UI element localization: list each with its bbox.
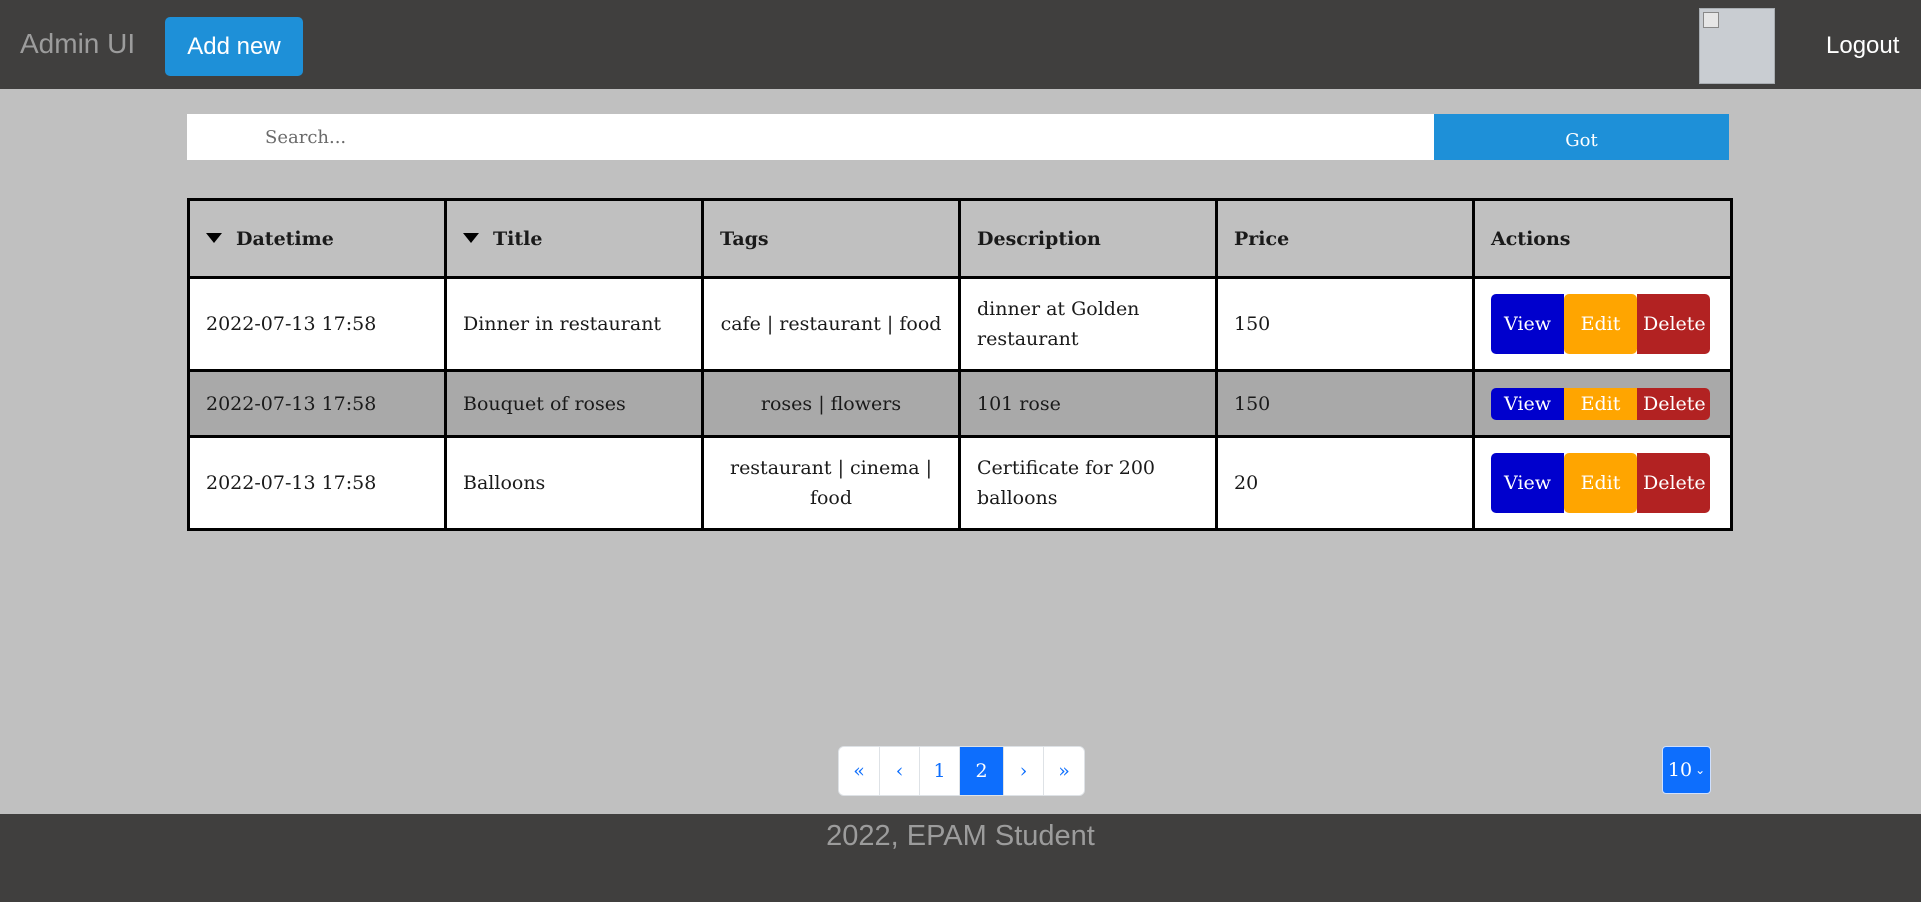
broken-image-icon xyxy=(1703,12,1719,28)
column-header-datetime[interactable]: Datetime xyxy=(187,198,447,279)
edit-button[interactable]: Edit xyxy=(1564,453,1637,513)
sort-down-icon xyxy=(463,232,479,243)
cell-title: Dinner in restaurant xyxy=(444,276,704,372)
cell-tags: roses | flowers xyxy=(701,369,961,438)
actions-group: View Edit Delete xyxy=(1491,438,1714,528)
actions-group: View Edit Delete xyxy=(1491,279,1714,369)
table-row: 2022-07-13 17:58 Balloons restaurant | c… xyxy=(187,435,1733,531)
cell-actions: View Edit Delete xyxy=(1472,276,1733,372)
column-header-description: Description xyxy=(958,198,1218,279)
cell-price: 150 xyxy=(1215,369,1475,438)
cell-tags: cafe | restaurant | food xyxy=(701,276,961,372)
page-button-1[interactable]: 1 xyxy=(920,747,960,795)
table-header-row: Datetime Title Tags Description Price Ac… xyxy=(187,198,1733,279)
cell-tags: restaurant | cinema | food xyxy=(701,435,961,531)
search-button[interactable]: Got xyxy=(1434,114,1729,160)
last-page-button[interactable]: » xyxy=(1044,747,1084,795)
cell-title: Bouquet of roses xyxy=(444,369,704,438)
cell-description: dinner at Golden restaurant xyxy=(958,276,1218,372)
cell-price: 20 xyxy=(1215,435,1475,531)
sort-down-icon xyxy=(206,232,222,243)
column-header-title[interactable]: Title xyxy=(444,198,704,279)
view-button[interactable]: View xyxy=(1491,387,1564,420)
cell-description: Certificate for 200 balloons xyxy=(958,435,1218,531)
cell-datetime: 2022-07-13 17:58 xyxy=(187,276,447,372)
footer: 2022, EPAM Student xyxy=(0,814,1921,902)
first-page-button[interactable]: « xyxy=(839,747,880,795)
cell-actions: View Edit Delete xyxy=(1472,435,1733,531)
view-button[interactable]: View xyxy=(1491,453,1564,513)
page-button-2-active[interactable]: 2 xyxy=(960,747,1004,795)
cell-price: 150 xyxy=(1215,276,1475,372)
cell-description: 101 rose xyxy=(958,369,1218,438)
search-input[interactable] xyxy=(187,114,1434,160)
page-size-select[interactable]: 10 ⌄ xyxy=(1662,746,1711,794)
cell-actions: View Edit Delete xyxy=(1472,369,1733,438)
delete-button[interactable]: Delete xyxy=(1637,453,1710,513)
table-row-highlighted: 2022-07-13 17:58 Bouquet of roses roses … xyxy=(187,369,1733,438)
table-row: 2022-07-13 17:58 Dinner in restaurant ca… xyxy=(187,276,1733,372)
page-size-value: 10 xyxy=(1667,759,1693,781)
actions-group: View Edit Delete xyxy=(1491,372,1714,435)
add-new-button[interactable]: Add new xyxy=(165,17,303,76)
logout-link[interactable]: Logout xyxy=(1826,32,1899,60)
items-table: Datetime Title Tags Description Price Ac… xyxy=(187,198,1733,531)
edit-button[interactable]: Edit xyxy=(1564,387,1637,420)
column-header-price: Price xyxy=(1215,198,1475,279)
cell-datetime: 2022-07-13 17:58 xyxy=(187,369,447,438)
cell-title: Balloons xyxy=(444,435,704,531)
column-header-actions: Actions xyxy=(1472,198,1733,279)
delete-button[interactable]: Delete xyxy=(1637,294,1710,354)
delete-button[interactable]: Delete xyxy=(1637,387,1710,420)
next-page-button[interactable]: › xyxy=(1004,747,1044,795)
footer-text: 2022, EPAM Student xyxy=(826,820,1095,852)
column-header-tags: Tags xyxy=(701,198,961,279)
chevron-down-icon: ⌄ xyxy=(1695,763,1706,777)
view-button[interactable]: View xyxy=(1491,294,1564,354)
edit-button[interactable]: Edit xyxy=(1564,294,1637,354)
pagination: « ‹ 1 2 › » xyxy=(838,746,1085,796)
brand-title[interactable]: Admin UI xyxy=(20,28,135,60)
avatar[interactable] xyxy=(1699,8,1775,84)
prev-page-button[interactable]: ‹ xyxy=(880,747,920,795)
top-navbar: Admin UI Add new Logout xyxy=(0,0,1921,89)
cell-datetime: 2022-07-13 17:58 xyxy=(187,435,447,531)
